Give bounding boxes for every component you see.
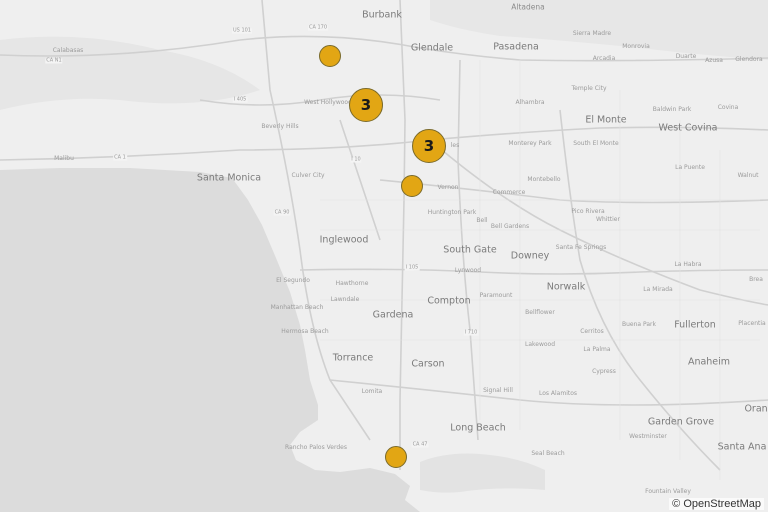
place-walnut: Walnut bbox=[737, 172, 759, 179]
place-huntington-park: Huntington Park bbox=[427, 209, 477, 216]
place-culver-city: Culver City bbox=[291, 172, 325, 179]
place-la-palma: La Palma bbox=[583, 346, 611, 353]
place-commerce: Commerce bbox=[492, 189, 526, 196]
road-i10: I 10 bbox=[350, 156, 362, 163]
place-santa-fe-springs: Santa Fe Springs bbox=[555, 244, 607, 251]
place-la-puente: La Puente bbox=[675, 164, 705, 171]
place-carson: Carson bbox=[411, 358, 445, 370]
place-los-angeles-fragment: les bbox=[450, 142, 460, 149]
map-marker[interactable] bbox=[385, 446, 407, 468]
place-arcadia: Arcadia bbox=[592, 55, 616, 62]
place-la-habra: La Habra bbox=[674, 261, 702, 268]
place-lomita: Lomita bbox=[361, 388, 383, 395]
map-marker[interactable] bbox=[401, 175, 423, 197]
place-bellflower: Bellflower bbox=[525, 309, 555, 316]
road-us101: US 101 bbox=[232, 27, 252, 34]
place-burbank: Burbank bbox=[362, 9, 402, 21]
place-norwalk: Norwalk bbox=[546, 281, 586, 293]
place-montebello: Montebello bbox=[527, 176, 561, 183]
place-hermosa-beach: Hermosa Beach bbox=[281, 328, 329, 335]
place-monterey-park: Monterey Park bbox=[508, 140, 552, 147]
place-el-monte: El Monte bbox=[585, 114, 627, 126]
place-covina: Covina bbox=[717, 104, 739, 111]
place-hawthorne: Hawthorne bbox=[335, 280, 369, 287]
map-cluster-marker[interactable]: 3 bbox=[349, 88, 383, 122]
road-ca170: CA 170 bbox=[307, 24, 329, 31]
map-cluster-marker[interactable]: 3 bbox=[412, 129, 446, 163]
place-lynwood: Lynwood bbox=[454, 267, 482, 274]
road-ca90: CA 90 bbox=[273, 209, 291, 216]
place-baldwin-park: Baldwin Park bbox=[652, 106, 692, 113]
place-placentia: Placentia bbox=[738, 320, 766, 327]
place-azusa: Azusa bbox=[705, 57, 723, 64]
map-marker[interactable] bbox=[319, 45, 341, 67]
santa-monica-mountains bbox=[0, 36, 260, 110]
place-seal-beach: Seal Beach bbox=[531, 450, 565, 457]
road-ca1: CA 1 bbox=[113, 154, 127, 161]
road-ca47: CA 47 bbox=[411, 441, 429, 448]
place-buena-park: Buena Park bbox=[622, 321, 656, 328]
place-anaheim: Anaheim bbox=[687, 356, 731, 368]
place-calabasas: Calabasas bbox=[52, 47, 84, 54]
place-la-mirada: La Mirada bbox=[643, 286, 673, 293]
map-canvas[interactable]: Burbank Glendale Pasadena Altadena Sierr… bbox=[0, 0, 768, 512]
place-monrovia: Monrovia bbox=[622, 43, 650, 50]
place-manhattan-beach: Manhattan Beach bbox=[270, 304, 324, 311]
place-el-segundo: El Segundo bbox=[276, 277, 310, 284]
place-fountain-valley: Fountain Valley bbox=[645, 488, 691, 495]
place-gardena: Gardena bbox=[372, 309, 414, 321]
place-long-beach: Long Beach bbox=[450, 422, 506, 434]
place-inglewood: Inglewood bbox=[319, 234, 369, 246]
place-temple-city: Temple City bbox=[571, 85, 607, 92]
place-glendora: Glendora bbox=[735, 56, 763, 63]
place-lawndale: Lawndale bbox=[330, 296, 360, 303]
place-glendale: Glendale bbox=[410, 42, 454, 54]
place-lakewood: Lakewood bbox=[524, 341, 556, 348]
road-i105: I 105 bbox=[404, 264, 420, 271]
harbor-water bbox=[420, 453, 545, 493]
place-malibu: Malibu bbox=[54, 155, 74, 162]
place-duarte: Duarte bbox=[675, 53, 697, 60]
place-altadena: Altadena bbox=[511, 2, 545, 12]
map-attribution[interactable]: © OpenStreetMap bbox=[669, 498, 764, 510]
cluster-count: 3 bbox=[423, 137, 435, 155]
place-beverly-hills: Beverly Hills bbox=[261, 123, 299, 130]
place-sierra-madre: Sierra Madre bbox=[572, 30, 612, 37]
place-west-covina: West Covina bbox=[658, 122, 718, 134]
place-paramount: Paramount bbox=[479, 292, 513, 299]
place-pico-rivera: Pico Rivera bbox=[571, 208, 605, 215]
place-alhambra: Alhambra bbox=[515, 99, 545, 106]
place-bell-gardens: Bell Gardens bbox=[490, 223, 530, 230]
place-westminster: Westminster bbox=[629, 433, 667, 440]
place-rancho-palos-verdes: Rancho Palos Verdes bbox=[285, 444, 347, 451]
place-south-el-monte: South El Monte bbox=[573, 140, 619, 147]
place-whittier: Whittier bbox=[596, 216, 620, 223]
place-vernon: Vernon bbox=[437, 184, 459, 191]
place-orange: Orange bbox=[744, 403, 768, 415]
place-south-gate: South Gate bbox=[443, 244, 497, 256]
place-brea: Brea bbox=[749, 276, 763, 283]
road-i405: I 405 bbox=[232, 96, 248, 103]
road-i710: I 710 bbox=[463, 329, 479, 336]
place-signal-hill: Signal Hill bbox=[483, 387, 513, 394]
cluster-count: 3 bbox=[360, 96, 372, 114]
place-downey: Downey bbox=[510, 250, 550, 262]
place-santa-monica: Santa Monica bbox=[196, 172, 262, 184]
road-ca-n1: CA N1 bbox=[45, 57, 63, 64]
place-fullerton: Fullerton bbox=[674, 319, 716, 331]
place-torrance: Torrance bbox=[332, 352, 374, 364]
place-cypress: Cypress bbox=[592, 368, 616, 375]
place-compton: Compton bbox=[427, 295, 471, 307]
place-cerritos: Cerritos bbox=[580, 328, 604, 335]
place-pasadena: Pasadena bbox=[493, 41, 539, 53]
place-santa-ana: Santa Ana bbox=[717, 441, 767, 453]
place-garden-grove: Garden Grove bbox=[647, 416, 715, 428]
place-west-hollywood: West Hollywood bbox=[304, 99, 352, 106]
place-los-alamitos: Los Alamitos bbox=[538, 390, 578, 397]
place-bell: Bell bbox=[476, 217, 488, 224]
